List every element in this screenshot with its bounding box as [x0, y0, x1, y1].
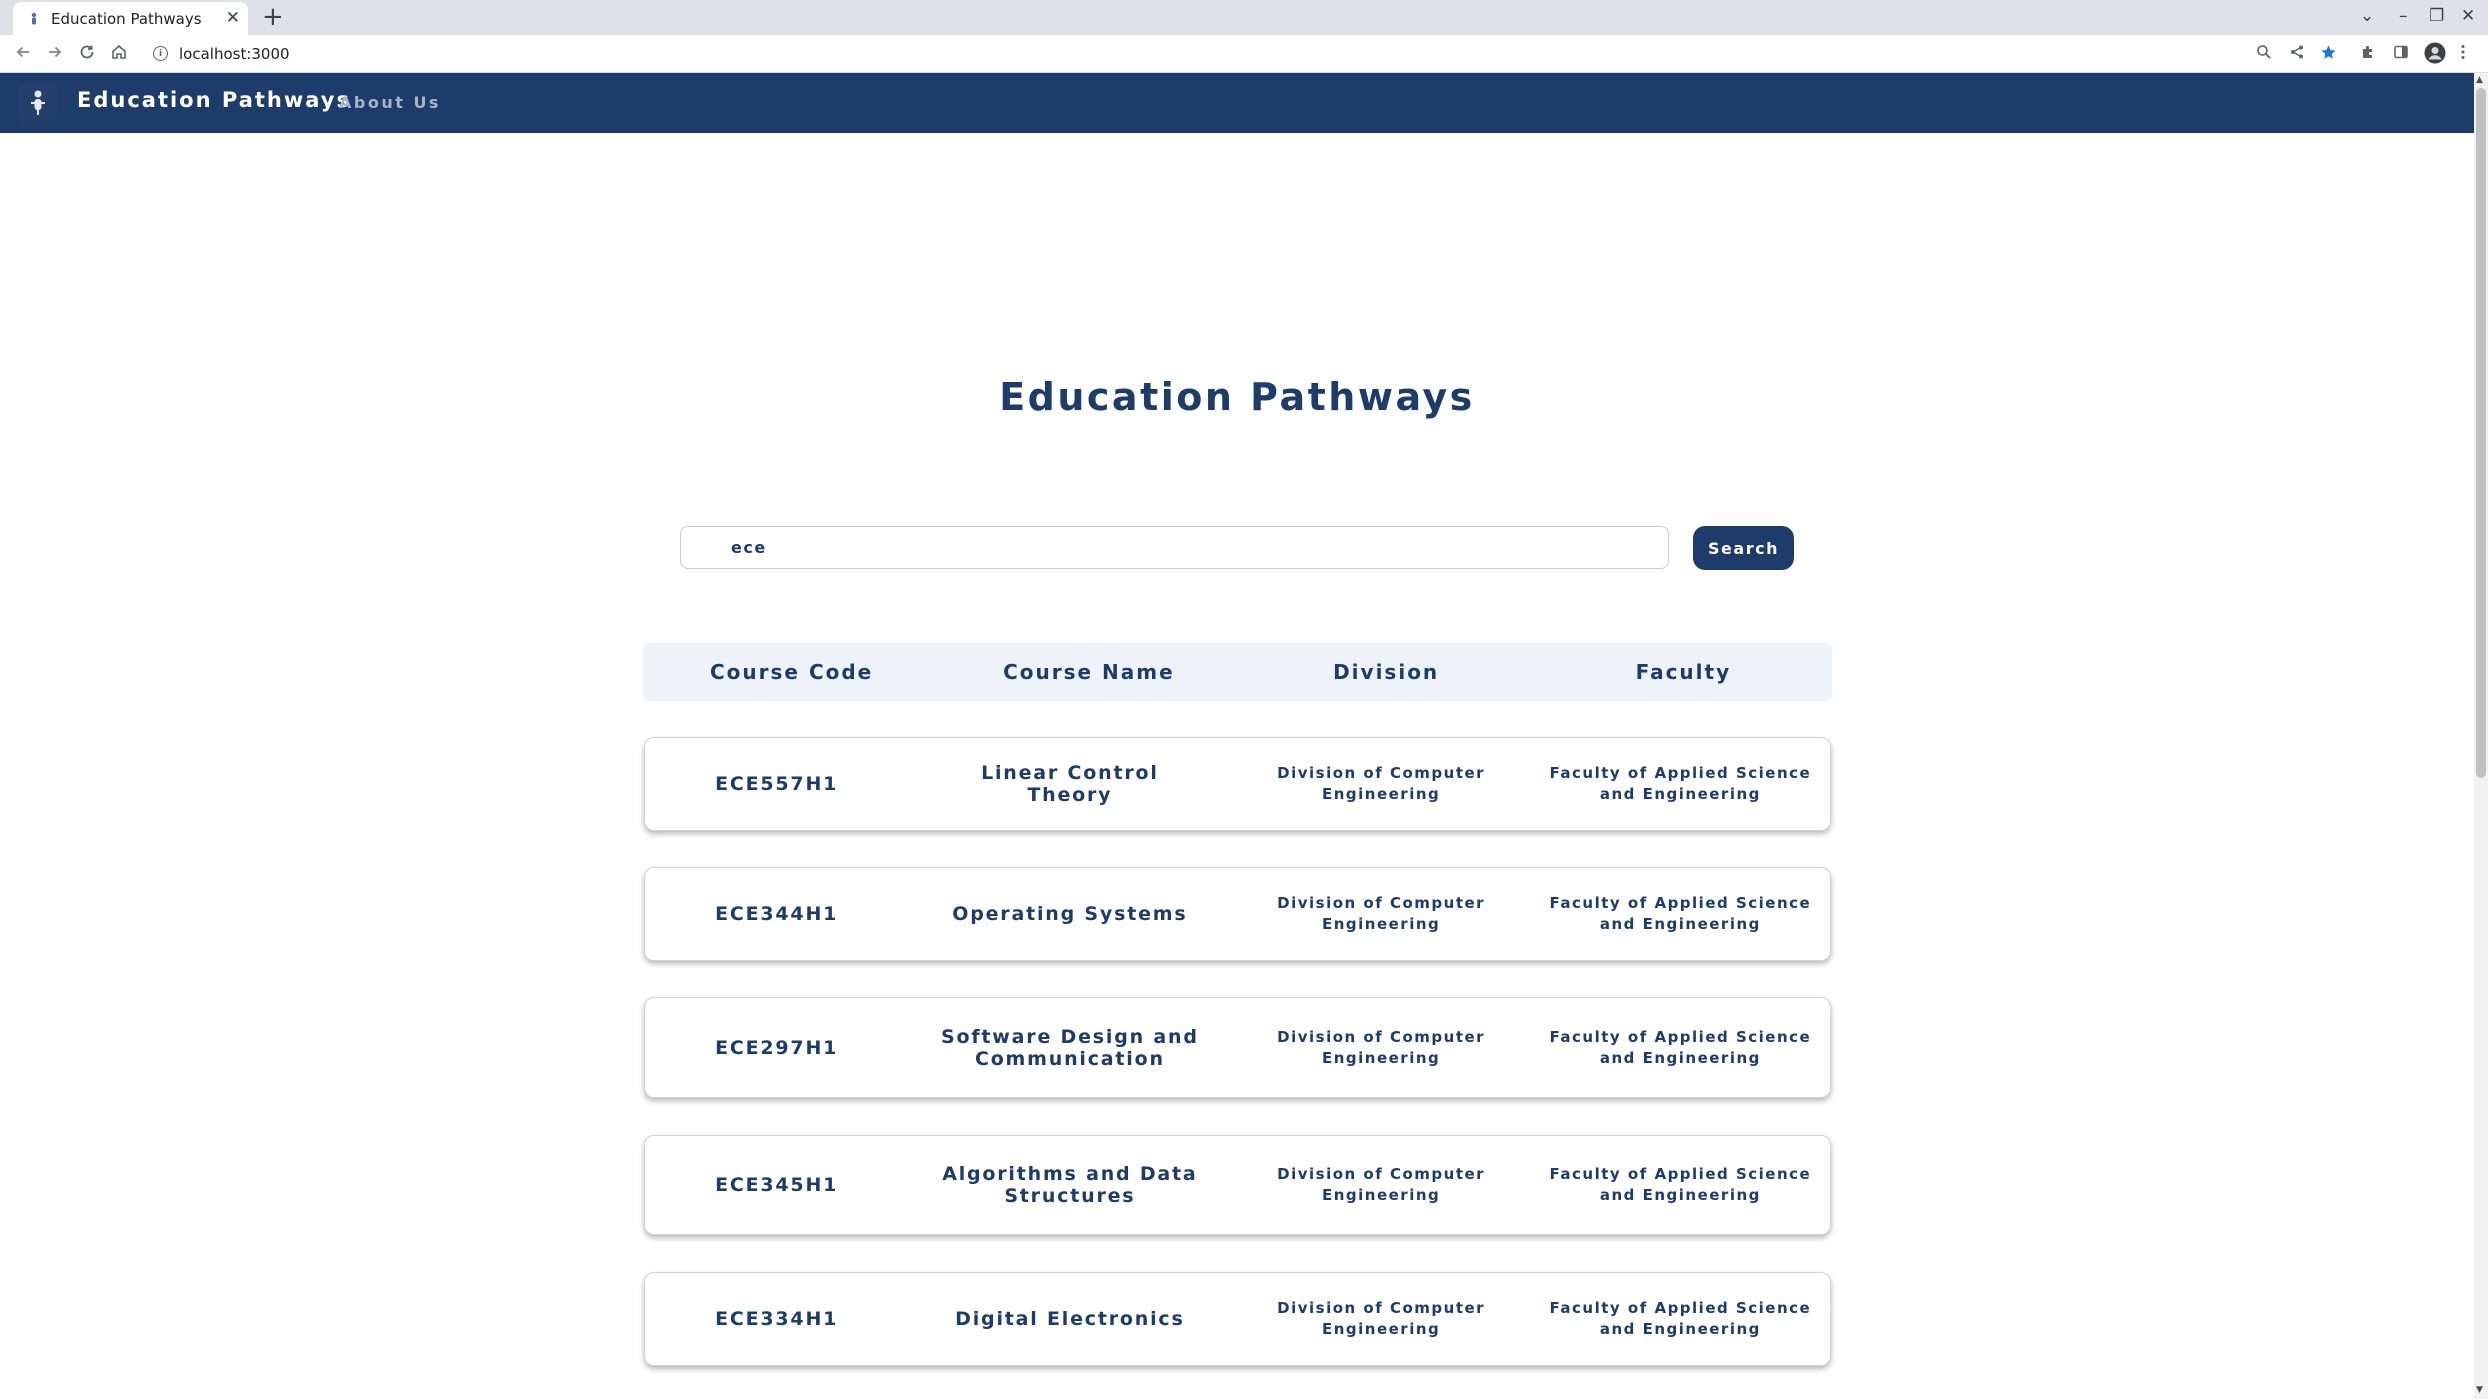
header-course-code: Course Code — [710, 660, 874, 684]
search-input[interactable] — [680, 526, 1669, 569]
address-bar[interactable]: i localhost:3000 — [153, 41, 290, 66]
window-close-icon[interactable]: ✕ — [2461, 6, 2475, 26]
tab-close-icon[interactable]: ✕ — [226, 9, 240, 27]
course-code: ECE344H1 — [715, 903, 839, 925]
scrollbar-thumb[interactable] — [2476, 88, 2486, 778]
table-row[interactable]: ECE345H1 Algorithms and Data Structures … — [644, 1135, 1831, 1235]
course-code: ECE334H1 — [715, 1308, 839, 1330]
table-row[interactable]: ECE557H1 Linear Control Theory Division … — [644, 737, 1831, 831]
course-faculty: Faculty of Applied Science and Engineeri… — [1549, 764, 1812, 803]
course-faculty: Faculty of Applied Science and Engineeri… — [1549, 1027, 1812, 1067]
course-division: Division of Computer Engineering — [1277, 894, 1486, 933]
menu-dots-icon[interactable] — [2460, 44, 2466, 64]
course-division: Division of Computer Engineering — [1277, 764, 1486, 803]
brand-title[interactable]: Education Pathways — [77, 88, 351, 112]
favicon-icon — [26, 11, 42, 27]
scroll-up-icon[interactable]: ▲ — [2476, 75, 2483, 85]
new-tab-button[interactable]: + — [262, 3, 284, 31]
course-division: Division of Computer Engineering — [1277, 1299, 1486, 1338]
course-name: Digital Electronics — [955, 1308, 1185, 1330]
extensions-icon[interactable] — [2360, 44, 2376, 64]
header-faculty: Faculty — [1635, 660, 1732, 684]
course-code: ECE557H1 — [715, 773, 839, 795]
forward-arrow-icon[interactable] — [46, 43, 64, 65]
page-title: Education Pathways — [999, 375, 1475, 419]
restore-icon[interactable]: ❐ — [2429, 6, 2444, 26]
header-division: Division — [1333, 660, 1440, 684]
app-header: Education Pathways About Us — [0, 73, 2474, 133]
scroll-down-icon[interactable]: ▼ — [2476, 1385, 2483, 1395]
browser-tab[interactable]: Education Pathways ✕ — [13, 2, 248, 35]
share-icon[interactable] — [2289, 44, 2305, 64]
logo-icon[interactable] — [19, 84, 57, 122]
nav-about-us[interactable]: About Us — [339, 93, 441, 112]
back-arrow-icon[interactable] — [14, 43, 32, 65]
tab-title: Education Pathways — [51, 9, 202, 28]
table-row[interactable]: ECE297H1 Software Design and Communicati… — [644, 997, 1831, 1098]
zoom-icon[interactable] — [2256, 44, 2272, 64]
course-name: Linear Control Theory — [981, 762, 1159, 806]
course-name: Algorithms and Data Structures — [942, 1163, 1198, 1207]
sidepanel-icon[interactable] — [2393, 44, 2409, 64]
course-division: Division of Computer Engineering — [1277, 1165, 1486, 1204]
course-code: ECE345H1 — [715, 1174, 839, 1196]
bookmark-star-icon[interactable] — [2320, 44, 2337, 65]
course-code: ECE297H1 — [715, 1036, 839, 1059]
table-row[interactable]: ECE344H1 Operating Systems Division of C… — [644, 867, 1831, 961]
tab-search-icon[interactable]: ⌄ — [2360, 6, 2374, 26]
url-text[interactable]: localhost:3000 — [179, 45, 290, 63]
info-icon[interactable]: i — [153, 46, 168, 61]
table-row[interactable]: ECE334H1 Digital Electronics Division of… — [644, 1272, 1831, 1366]
table-header: Course Code Course Name Division Faculty — [643, 643, 1832, 701]
minimize-icon[interactable]: – — [2399, 6, 2408, 26]
header-course-name: Course Name — [1003, 660, 1175, 684]
reload-icon[interactable] — [78, 43, 96, 65]
course-division: Division of Computer Engineering — [1277, 1027, 1486, 1067]
course-faculty: Faculty of Applied Science and Engineeri… — [1549, 1165, 1812, 1204]
search-button[interactable]: Search — [1693, 526, 1794, 570]
home-icon[interactable] — [110, 43, 128, 65]
course-name: Software Design and Communication — [941, 1025, 1199, 1070]
course-faculty: Faculty of Applied Science and Engineeri… — [1549, 894, 1812, 933]
browser-tab-bar: Education Pathways ✕ + ⌄ – ❐ ✕ — [0, 0, 2488, 35]
course-name: Operating Systems — [952, 903, 1188, 925]
profile-avatar-icon[interactable] — [2424, 42, 2446, 68]
course-faculty: Faculty of Applied Science and Engineeri… — [1549, 1299, 1812, 1338]
browser-toolbar: i localhost:3000 — [0, 35, 2488, 73]
